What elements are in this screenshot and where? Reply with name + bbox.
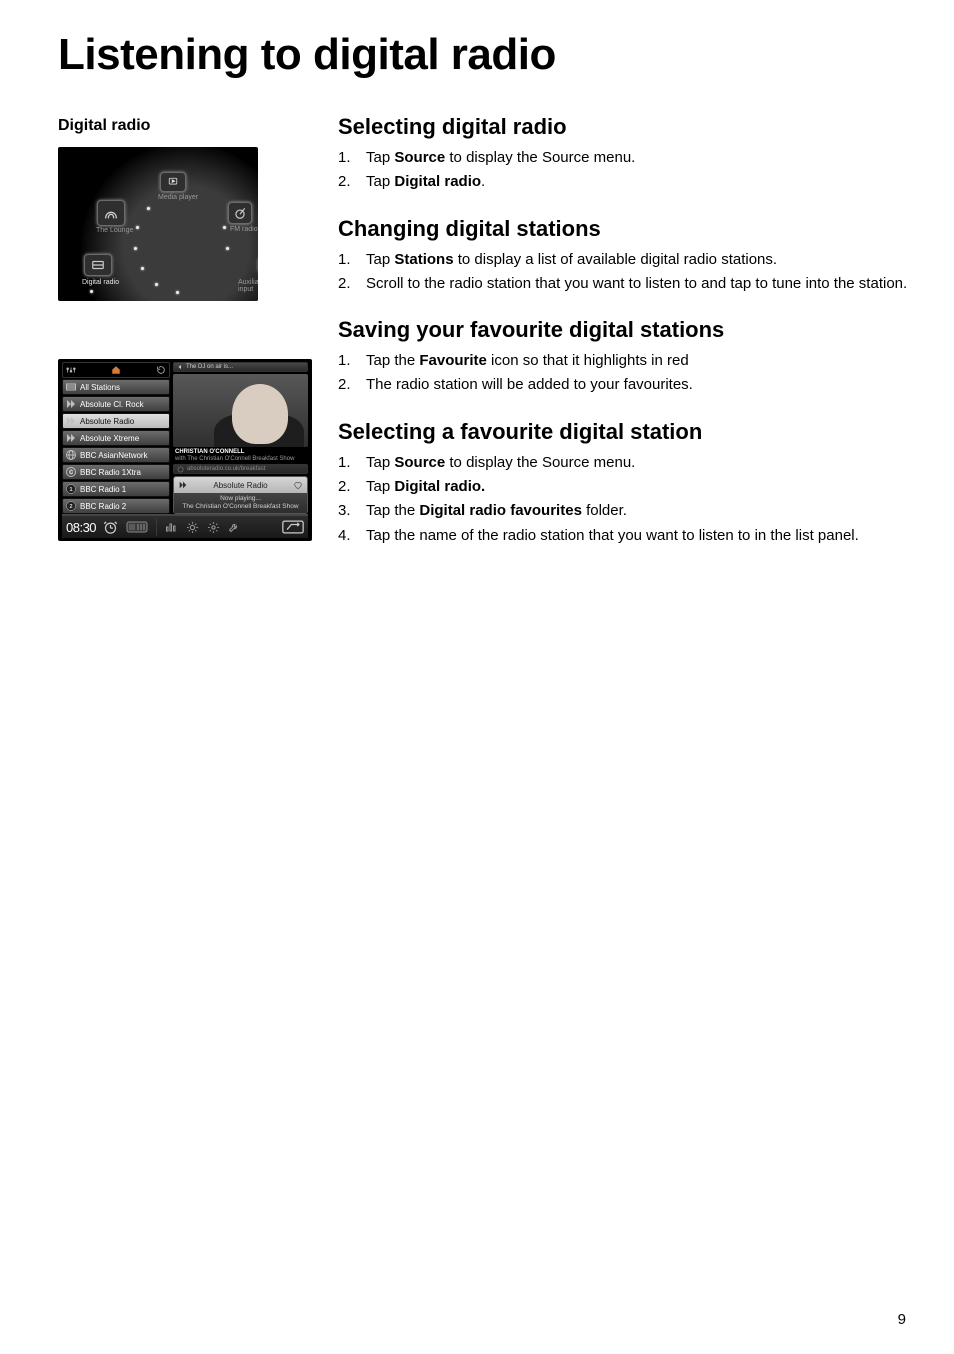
list-toolbar bbox=[62, 362, 170, 378]
section-heading: Changing digital stations bbox=[338, 216, 908, 242]
side-heading: Digital radio bbox=[58, 117, 312, 135]
row-icon bbox=[65, 415, 77, 427]
refresh-icon bbox=[156, 365, 166, 375]
np-station: Absolute Radio bbox=[213, 481, 267, 490]
row-label: Absolute Cl. Rock bbox=[80, 400, 144, 409]
page-title: Listening to digital radio bbox=[58, 30, 908, 80]
row-icon bbox=[65, 449, 77, 461]
station-row: 2 BBC Radio 2 bbox=[62, 498, 170, 514]
station-row: All Stations bbox=[62, 379, 170, 395]
list-item: 1.Tap Stations to display a list of avai… bbox=[338, 249, 908, 270]
now-playing-box: Absolute Radio Now playing... The Christ… bbox=[173, 476, 308, 514]
link-text: absoluteradio.co.uk/breakfast bbox=[187, 466, 265, 472]
section-heading: Saving your favourite digital stations bbox=[338, 317, 908, 343]
svg-text:1: 1 bbox=[69, 487, 72, 493]
station-row: Absolute Xtreme bbox=[62, 430, 170, 446]
home-icon bbox=[111, 365, 121, 375]
caption-sub: with The Christian O'Connell Breakfast S… bbox=[175, 456, 308, 463]
digital-radio-icon bbox=[84, 254, 112, 276]
np-line1: Now playing... bbox=[176, 495, 305, 502]
fm-label: FM radio bbox=[230, 226, 258, 233]
heart-icon bbox=[293, 480, 303, 490]
figure-station-list: All Stations Absolute Cl. Rock Absolute Ra… bbox=[58, 359, 312, 541]
media-icon bbox=[125, 520, 149, 534]
link-bar: absoluteradio.co.uk/breakfast bbox=[173, 464, 308, 474]
list-item: 1.Tap Source to display the Source menu. bbox=[338, 452, 908, 473]
figure-source-menu: Media player The Lounge FM radio Digital… bbox=[58, 147, 258, 301]
ring-dot bbox=[226, 247, 229, 250]
row-icon: 2 bbox=[65, 500, 77, 512]
caption-name: CHRISTIAN O'CONNELL bbox=[175, 449, 308, 456]
svg-text:C: C bbox=[69, 470, 73, 476]
alarm-icon bbox=[103, 520, 118, 534]
row-icon bbox=[65, 432, 77, 444]
content-header: The DJ on air is... bbox=[173, 362, 308, 372]
svg-text:2: 2 bbox=[69, 504, 72, 510]
ring-dot bbox=[141, 267, 144, 270]
fm-radio-icon bbox=[228, 202, 252, 224]
back-arrow-icon bbox=[177, 364, 183, 370]
station-row: 1 BBC Radio 1 bbox=[62, 481, 170, 497]
clock: 08:30 bbox=[66, 520, 96, 535]
display-icon bbox=[282, 520, 304, 534]
globe-icon bbox=[177, 466, 184, 473]
media-player-label: Media player bbox=[158, 194, 198, 201]
aux-label: Auxiliary input bbox=[238, 279, 258, 293]
status-bar: 08:30 bbox=[62, 514, 308, 538]
list-item: 1.Tap Source to display the Source menu. bbox=[338, 147, 908, 168]
station-row: Absolute Cl. Rock bbox=[62, 396, 170, 412]
bright-icon bbox=[185, 520, 199, 534]
media-player-icon bbox=[160, 172, 186, 192]
row-label: All Stations bbox=[80, 383, 120, 392]
station-row: Absolute Radio bbox=[62, 413, 170, 429]
station-row: BBC AsianNetwork bbox=[62, 447, 170, 463]
np-line2: The Christian O'Connell Breakfast Show bbox=[176, 503, 305, 510]
list-item: 1.Tap the Favourite icon so that it high… bbox=[338, 350, 908, 371]
page-number: 9 bbox=[898, 1311, 906, 1328]
row-label: BBC Radio 1Xtra bbox=[80, 468, 141, 477]
row-label: BBC Radio 2 bbox=[80, 502, 126, 511]
ring-dot bbox=[134, 247, 137, 250]
next-icon bbox=[178, 480, 188, 490]
row-label: BBC Radio 1 bbox=[80, 485, 126, 494]
ring-dot bbox=[136, 226, 139, 229]
section-heading: Selecting a favourite digital station bbox=[338, 419, 908, 445]
row-icon: C bbox=[65, 466, 77, 478]
row-icon bbox=[65, 381, 77, 393]
digital-radio-label: Digital radio bbox=[82, 279, 119, 286]
row-label: Absolute Radio bbox=[80, 417, 134, 426]
row-icon bbox=[65, 398, 77, 410]
list-item: 3.Tap the Digital radio favourites folde… bbox=[338, 500, 908, 521]
station-row: C BBC Radio 1Xtra bbox=[62, 464, 170, 480]
caption: CHRISTIAN O'CONNELL with The Christian O… bbox=[173, 449, 308, 462]
artwork bbox=[173, 374, 308, 447]
gear-icon bbox=[206, 520, 220, 534]
ring-dot bbox=[223, 226, 226, 229]
tools-icon bbox=[227, 520, 241, 534]
sliders-icon bbox=[66, 365, 76, 375]
list-item: 4.Tap the name of the radio station that… bbox=[338, 525, 908, 546]
section-heading: Selecting digital radio bbox=[338, 114, 908, 140]
list-item: 2.The radio station will be added to you… bbox=[338, 374, 908, 395]
ring-dot bbox=[155, 283, 158, 286]
list-item: 2.Tap Digital radio. bbox=[338, 171, 908, 192]
list-item: 2.Tap Digital radio. bbox=[338, 476, 908, 497]
ring-dot bbox=[90, 290, 93, 293]
header-text: The DJ on air is... bbox=[186, 364, 233, 370]
list-item: 2.Scroll to the radio station that you w… bbox=[338, 273, 908, 294]
ring-dot bbox=[176, 291, 179, 294]
lounge-label: The Lounge bbox=[96, 227, 133, 234]
row-icon: 1 bbox=[65, 483, 77, 495]
lounge-icon bbox=[97, 200, 125, 226]
row-label: Absolute Xtreme bbox=[80, 434, 139, 443]
ring-dot bbox=[147, 207, 150, 210]
row-label: BBC AsianNetwork bbox=[80, 451, 148, 460]
eq-icon bbox=[164, 520, 178, 534]
